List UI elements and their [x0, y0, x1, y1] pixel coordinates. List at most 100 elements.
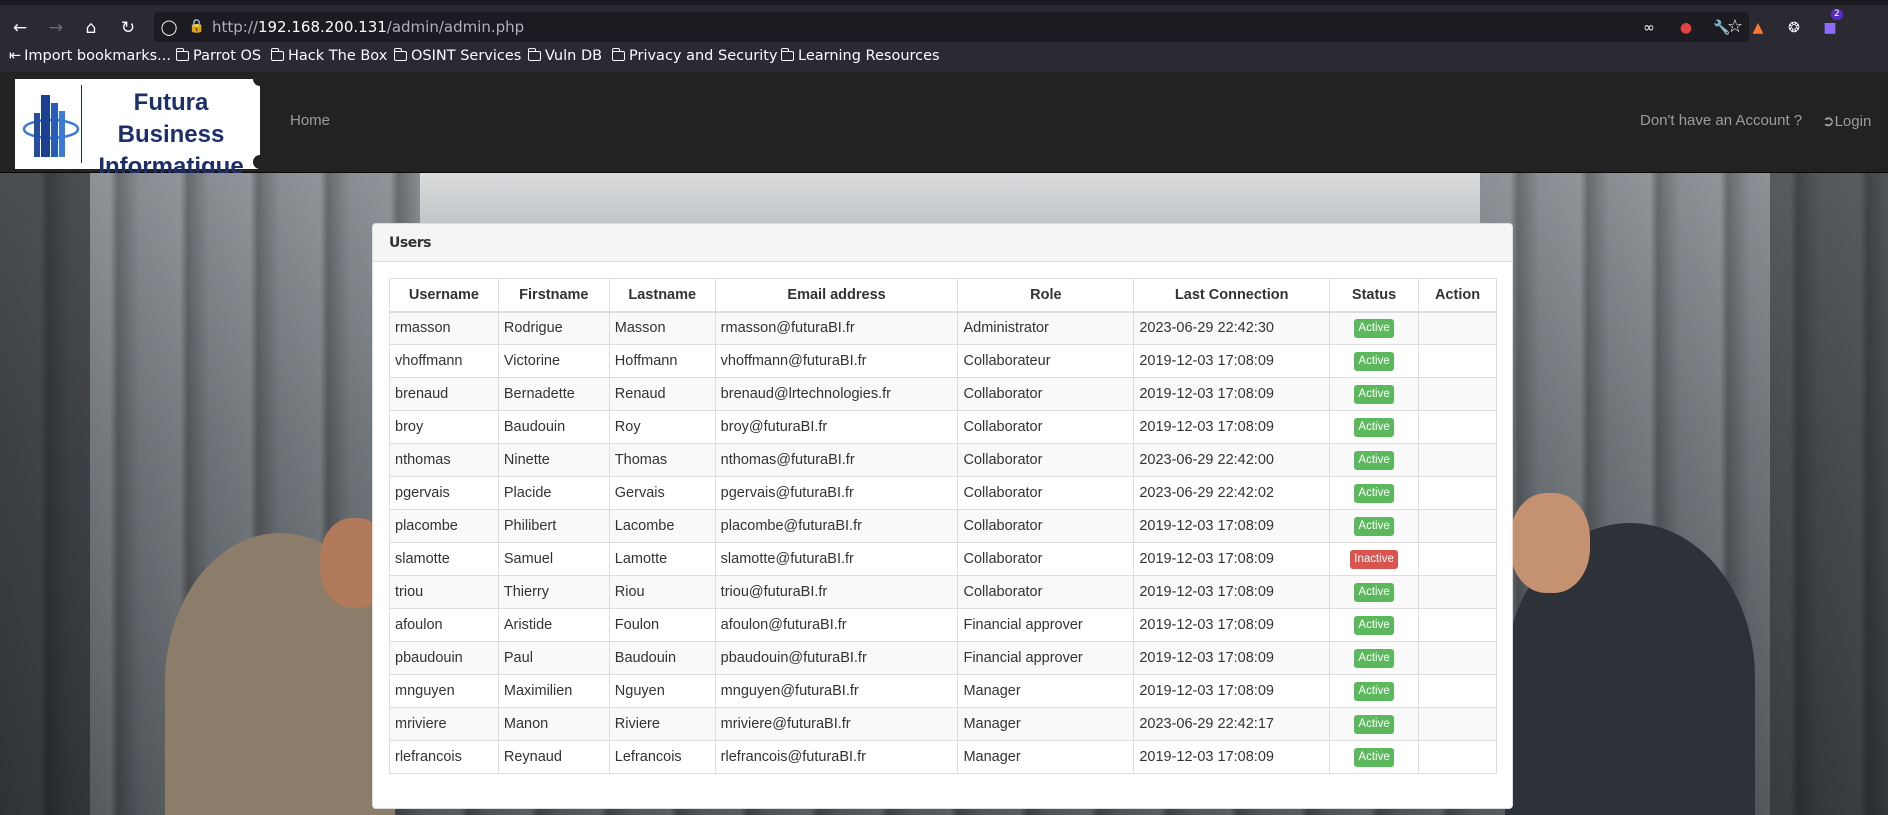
building-logo-icon	[22, 95, 80, 157]
hero-person	[1510, 493, 1590, 593]
cell-firstname: Rodrigue	[497, 311, 610, 345]
cell-lastname: Roy	[608, 410, 716, 444]
cell-email: rlefrancois@futuraBI.fr	[714, 740, 959, 774]
cell-username: placombe	[389, 509, 499, 543]
status-badge: Active	[1354, 582, 1394, 602]
cell-username: triou	[389, 575, 499, 609]
cell-firstname: Placide	[497, 476, 610, 510]
bookmark-privacy-and-security[interactable]: Privacy and Security	[611, 45, 778, 72]
cell-firstname: Manon	[497, 707, 610, 741]
cookie-icon[interactable]: ❂	[1781, 15, 1807, 41]
reload-icon[interactable]: ↻	[113, 13, 143, 43]
folder-icon	[780, 48, 794, 61]
cell-last: 2019-12-03 17:08:09	[1133, 410, 1331, 444]
cell-lastname: Thomas	[608, 443, 716, 477]
cell-lastname: Lefrancois	[608, 740, 716, 774]
logo-text: Futura Business Informatique	[98, 89, 244, 180]
cell-action	[1418, 377, 1497, 411]
site-logo[interactable]: Futura Business Informatique	[15, 72, 267, 180]
table-row: slamotte Samuel Lamotte slamotte@futuraBI.f…	[389, 542, 1497, 576]
status-badge: Active	[1354, 516, 1394, 536]
hero-shadow	[1770, 173, 1888, 815]
cell-action	[1418, 542, 1497, 576]
cell-lastname: Riviere	[608, 707, 716, 741]
cell-username: pgervais	[389, 476, 499, 510]
status-badge: Active	[1354, 384, 1394, 404]
bookmark-learning-resources[interactable]: Learning Resources	[780, 45, 940, 72]
cell-last: 2023-06-29 22:42:17	[1133, 707, 1331, 741]
nav-login[interactable]: ➲Login	[1822, 112, 1871, 130]
column-header: Action	[1418, 278, 1497, 313]
panel-title: Users	[373, 224, 1512, 262]
table-row: mriviere Manon Riviere mriviere@futuraBI.fr…	[389, 707, 1497, 741]
ublock-icon[interactable]: ●	[1673, 15, 1699, 41]
insecure-lock-icon[interactable]: 🔒	[186, 12, 208, 42]
column-header: Last Connection	[1133, 278, 1331, 313]
status-badge: Active	[1354, 747, 1394, 767]
bookmarks-bar: ⇤ Import bookmarks... Parrot OS Hack The …	[0, 45, 1888, 72]
cell-username: afoulon	[389, 608, 499, 642]
column-header: Lastname	[608, 278, 716, 313]
cell-status: Active	[1329, 476, 1420, 510]
bookmark-parrot-os[interactable]: Parrot OS	[175, 45, 261, 72]
status-badge: Active	[1354, 450, 1394, 470]
bookmark-osint-services[interactable]: OSINT Services	[393, 45, 521, 72]
cell-username: mnguyen	[389, 674, 499, 708]
mask-icon[interactable]: ∞	[1636, 15, 1662, 41]
bookmark-import[interactable]: ⇤ Import bookmarks...	[9, 45, 171, 72]
cell-action	[1418, 443, 1497, 477]
folder-icon	[175, 48, 189, 61]
url-text[interactable]: http://192.168.200.131/admin/admin.php	[212, 12, 524, 42]
cell-last: 2019-12-03 17:08:09	[1133, 575, 1331, 609]
cell-lastname: Baudouin	[608, 641, 716, 675]
status-badge: Active	[1354, 417, 1394, 437]
table-row: rlefrancois Reynaud Lefrancois rlefrancois@…	[389, 740, 1497, 774]
cell-lastname: Renaud	[608, 377, 716, 411]
table-header-row: Username Firstname Lastname Email addres…	[389, 278, 1497, 313]
logo-notch	[253, 72, 267, 86]
cell-status: Active	[1329, 311, 1420, 345]
cell-role: Administrator	[957, 311, 1135, 345]
cell-action	[1418, 575, 1497, 609]
status-badge: Active	[1354, 648, 1394, 668]
table-row: triou Thierry Riou triou@futuraBI.fr Collabo…	[389, 575, 1497, 609]
cell-status: Active	[1329, 641, 1420, 675]
folder-icon	[270, 48, 284, 61]
cell-status: Active	[1329, 674, 1420, 708]
cell-status: Active	[1329, 707, 1420, 741]
cell-role: Collaborator	[957, 377, 1135, 411]
table-row: brenaud Bernadette Renaud brenaud@lrtechnol…	[389, 377, 1497, 411]
wrench-icon[interactable]: 🔧	[1709, 15, 1735, 41]
foxyproxy-icon[interactable]: ▲	[1745, 15, 1771, 41]
cell-email: rmasson@futuraBI.fr	[714, 311, 959, 345]
cell-last: 2019-12-03 17:08:09	[1133, 377, 1331, 411]
cell-last: 2019-12-03 17:08:09	[1133, 641, 1331, 675]
web-page: Futura Business Informatique Home Don't h…	[0, 72, 1888, 815]
nav-signup[interactable]: Don't have an Account ?	[1640, 112, 1802, 129]
bookmark-hack-the-box[interactable]: Hack The Box	[270, 45, 387, 72]
extension-icon[interactable]: ■ 2	[1817, 9, 1843, 41]
shield-icon[interactable]: ◯	[154, 12, 184, 42]
cell-action	[1418, 707, 1497, 741]
cell-email: mriviere@futuraBI.fr	[714, 707, 959, 741]
bookmark-vuln-db[interactable]: Vuln DB	[527, 45, 602, 72]
cell-status: Active	[1329, 443, 1420, 477]
cell-status: Active	[1329, 410, 1420, 444]
cell-email: afoulon@futuraBI.fr	[714, 608, 959, 642]
back-icon[interactable]: ←	[5, 13, 35, 43]
folder-icon	[611, 48, 625, 61]
home-icon[interactable]: ⌂	[76, 13, 106, 43]
cell-action	[1418, 344, 1497, 378]
cell-firstname: Bernadette	[497, 377, 610, 411]
cell-firstname: Maximilien	[497, 674, 610, 708]
cell-firstname: Baudouin	[497, 410, 610, 444]
nav-home[interactable]: Home	[290, 112, 330, 129]
hero-shadow	[0, 173, 90, 815]
users-panel: Users Username Firstname Lastname Email …	[372, 223, 1513, 809]
cell-email: nthomas@futuraBI.fr	[714, 443, 959, 477]
cell-firstname: Ninette	[497, 443, 610, 477]
status-badge: Active	[1354, 714, 1394, 734]
url-bar[interactable]: ◯ 🔒 http://192.168.200.131/admin/admin.p…	[154, 12, 1749, 42]
status-badge: Active	[1354, 615, 1394, 635]
forward-icon[interactable]: →	[41, 13, 71, 43]
